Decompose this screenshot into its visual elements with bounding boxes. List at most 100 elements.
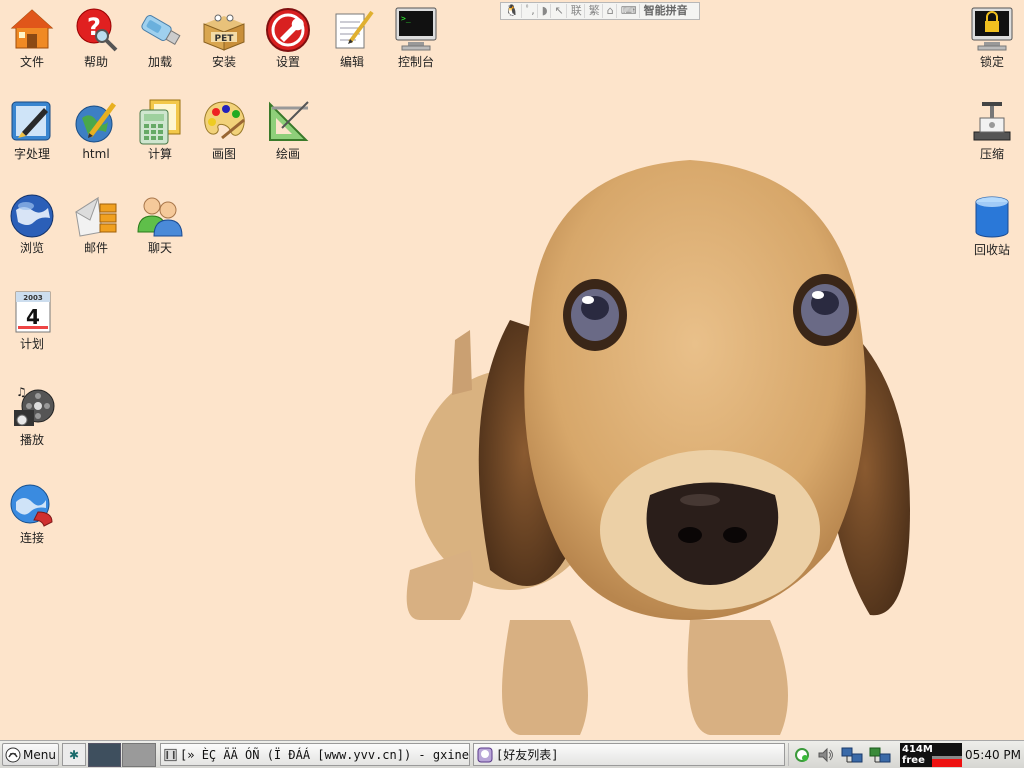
desktop-icon-browse[interactable]: 浏览 xyxy=(0,192,64,255)
desktop-icon-label: 帮助 xyxy=(83,55,108,69)
keyboard-icon[interactable]: ⌨ xyxy=(619,4,640,18)
desktop-icon-label: 设置 xyxy=(275,55,300,69)
connect-icon xyxy=(10,484,53,527)
workspace-1[interactable] xyxy=(88,743,121,767)
memory-graph-red xyxy=(932,759,962,767)
volume-icon[interactable] xyxy=(817,746,835,764)
desktop-icon-html[interactable]: html xyxy=(64,98,128,161)
desktop-icon-label: 锁定 xyxy=(979,55,1004,69)
penguin-icon[interactable]: 🐧 xyxy=(503,4,522,18)
svg-text:♫: ♫ xyxy=(16,385,27,399)
start-menu-button[interactable]: Menu xyxy=(2,743,59,766)
desktop-icon-label: 聊天 xyxy=(147,241,172,255)
desktop-icon-install[interactable]: PET 安装 xyxy=(192,6,256,69)
desktop-icon-mail[interactable]: 邮件 xyxy=(64,192,128,255)
settings-icon xyxy=(266,8,310,52)
usb-drive-icon xyxy=(141,15,181,46)
mail-icon xyxy=(75,196,117,237)
ime-item-fan[interactable]: 繁 xyxy=(587,4,603,18)
taskbar: Menu ✱ [» ÈÇ ÄÄ ÓÑ (Ï ÐÁÁ [www.yvv.cn]) … xyxy=(0,740,1024,768)
desktop-icon-files[interactable]: 文件 xyxy=(0,6,64,69)
chat-icon xyxy=(137,197,183,237)
desktop-icon-label: 压缩 xyxy=(979,147,1004,161)
chat-window-icon xyxy=(477,747,493,762)
desktop-icon-play[interactable]: ♫ 播放 xyxy=(0,384,64,447)
asterisk-icon: ✱ xyxy=(68,747,80,762)
halfwidth-icon[interactable]: ◗ xyxy=(540,4,551,18)
desktop-icon-console[interactable]: >_ 控制台 xyxy=(384,6,448,69)
desktop-icon-label: 邮件 xyxy=(83,241,108,255)
task-button-gxine[interactable]: [» ÈÇ ÄÄ ÓÑ (Ï ÐÁÁ [www.yvv.cn]) - gxine xyxy=(160,743,470,766)
spreadsheet-icon xyxy=(139,99,181,145)
ime-item-lian[interactable]: 联 xyxy=(569,4,585,18)
quick-launch-button[interactable]: ✱ xyxy=(62,743,86,766)
wallpaper-puppy-image xyxy=(406,160,910,735)
desktop-icon-label: 字处理 xyxy=(13,147,50,161)
ime-toolbar[interactable]: 🐧 ﾟ, ◗ ↖ 联 繁 ⌂ ⌨ 智能拼音 xyxy=(500,2,700,20)
word-processor-icon xyxy=(11,101,51,141)
menu-label: Menu xyxy=(23,747,56,762)
desktop-icon-label: 文件 xyxy=(19,55,44,69)
task-label: [好友列表] xyxy=(496,748,559,762)
lan-connection-icon[interactable] xyxy=(841,746,863,764)
desktop-icon-label: 加载 xyxy=(147,55,172,69)
desktop-icon-label: html xyxy=(82,147,110,161)
lock-screen-icon xyxy=(971,7,1013,51)
punctuation-icon[interactable]: ﾟ, xyxy=(524,4,538,18)
desktop-icon-mount[interactable]: 加载 xyxy=(128,6,192,69)
desktop-icon-lock[interactable]: 锁定 xyxy=(960,6,1024,69)
desktop-icon-edit[interactable]: 编辑 xyxy=(320,6,384,69)
clock[interactable]: 05:40 PM xyxy=(964,743,1022,767)
desktop-icon-help[interactable]: ? 帮助 xyxy=(64,6,128,69)
browser-globe-icon xyxy=(10,194,54,238)
pet-package-icon: PET xyxy=(203,14,245,51)
help-icon: ? xyxy=(76,8,118,52)
ime-name[interactable]: 智能拼音 xyxy=(642,4,690,18)
task-button-friends[interactable]: [好友列表] xyxy=(473,743,785,766)
pet-label: PET xyxy=(215,34,235,44)
svg-text:>_: >_ xyxy=(401,14,411,23)
memory-monitor[interactable]: 414M free xyxy=(900,743,962,767)
task-label: [» ÈÇ ÄÄ ÓÑ (Ï ÐÁÁ [www.yvv.cn]) - gxine xyxy=(180,747,469,762)
desktop-icon-connect[interactable]: 连接 xyxy=(0,482,64,545)
desktop-icon-label: 控制台 xyxy=(397,55,434,69)
desktop-icon-label: 绘画 xyxy=(275,147,300,161)
desktop-icon-settings[interactable]: 设置 xyxy=(256,6,320,69)
desktop-icon-label: 编辑 xyxy=(339,55,364,69)
system-tray xyxy=(788,743,900,766)
calendar-day: 4 xyxy=(26,305,40,329)
home-folder-icon xyxy=(10,9,54,49)
paint-palette-icon xyxy=(204,101,245,140)
desktop-icon-label: 回收站 xyxy=(973,243,1010,257)
desktop-icon-word-processor[interactable]: 字处理 xyxy=(0,98,64,161)
workspace-2[interactable] xyxy=(122,743,156,767)
desktop-icon-paint[interactable]: 画图 xyxy=(192,98,256,161)
desktop-icon-trash[interactable]: 回收站 xyxy=(960,194,1024,257)
desktop-icon-label: 画图 xyxy=(211,147,236,161)
memory-unit: free xyxy=(902,755,925,766)
html-editor-icon xyxy=(75,102,116,143)
desktop-icon-plan[interactable]: 2003 4 计划 xyxy=(0,288,64,351)
video-window-icon xyxy=(164,748,177,761)
desktop-icon-label: 播放 xyxy=(19,433,44,447)
desktop-icon-label: 连接 xyxy=(19,531,44,545)
calendar-year: 2003 xyxy=(23,294,43,302)
lan-connection-active-icon[interactable] xyxy=(869,746,891,764)
lock-small-icon[interactable]: ⌂ xyxy=(605,4,617,18)
desktop-icon-label: 浏览 xyxy=(19,241,44,255)
media-player-icon: ♫ xyxy=(14,385,55,426)
trash-icon xyxy=(975,196,1009,238)
desktop-icon-chat[interactable]: 聊天 xyxy=(128,192,192,255)
desktop-icon-label: 计算 xyxy=(147,147,172,161)
network-status-icon[interactable] xyxy=(793,746,811,764)
notepad-icon xyxy=(335,10,374,49)
desktop-icon-compress[interactable]: 压缩 xyxy=(960,98,1024,161)
desktop-icon-label: 安装 xyxy=(211,55,236,69)
desktop-icon-draw[interactable]: 绘画 xyxy=(256,98,320,161)
compress-icon xyxy=(973,102,1011,141)
calendar-icon: 2003 4 xyxy=(15,291,51,333)
cursor-icon[interactable]: ↖ xyxy=(553,4,567,18)
desktop-icon-label: 计划 xyxy=(19,337,44,351)
desktop-icon-calculate[interactable]: 计算 xyxy=(128,98,192,161)
memory-value: 414M xyxy=(902,744,933,755)
